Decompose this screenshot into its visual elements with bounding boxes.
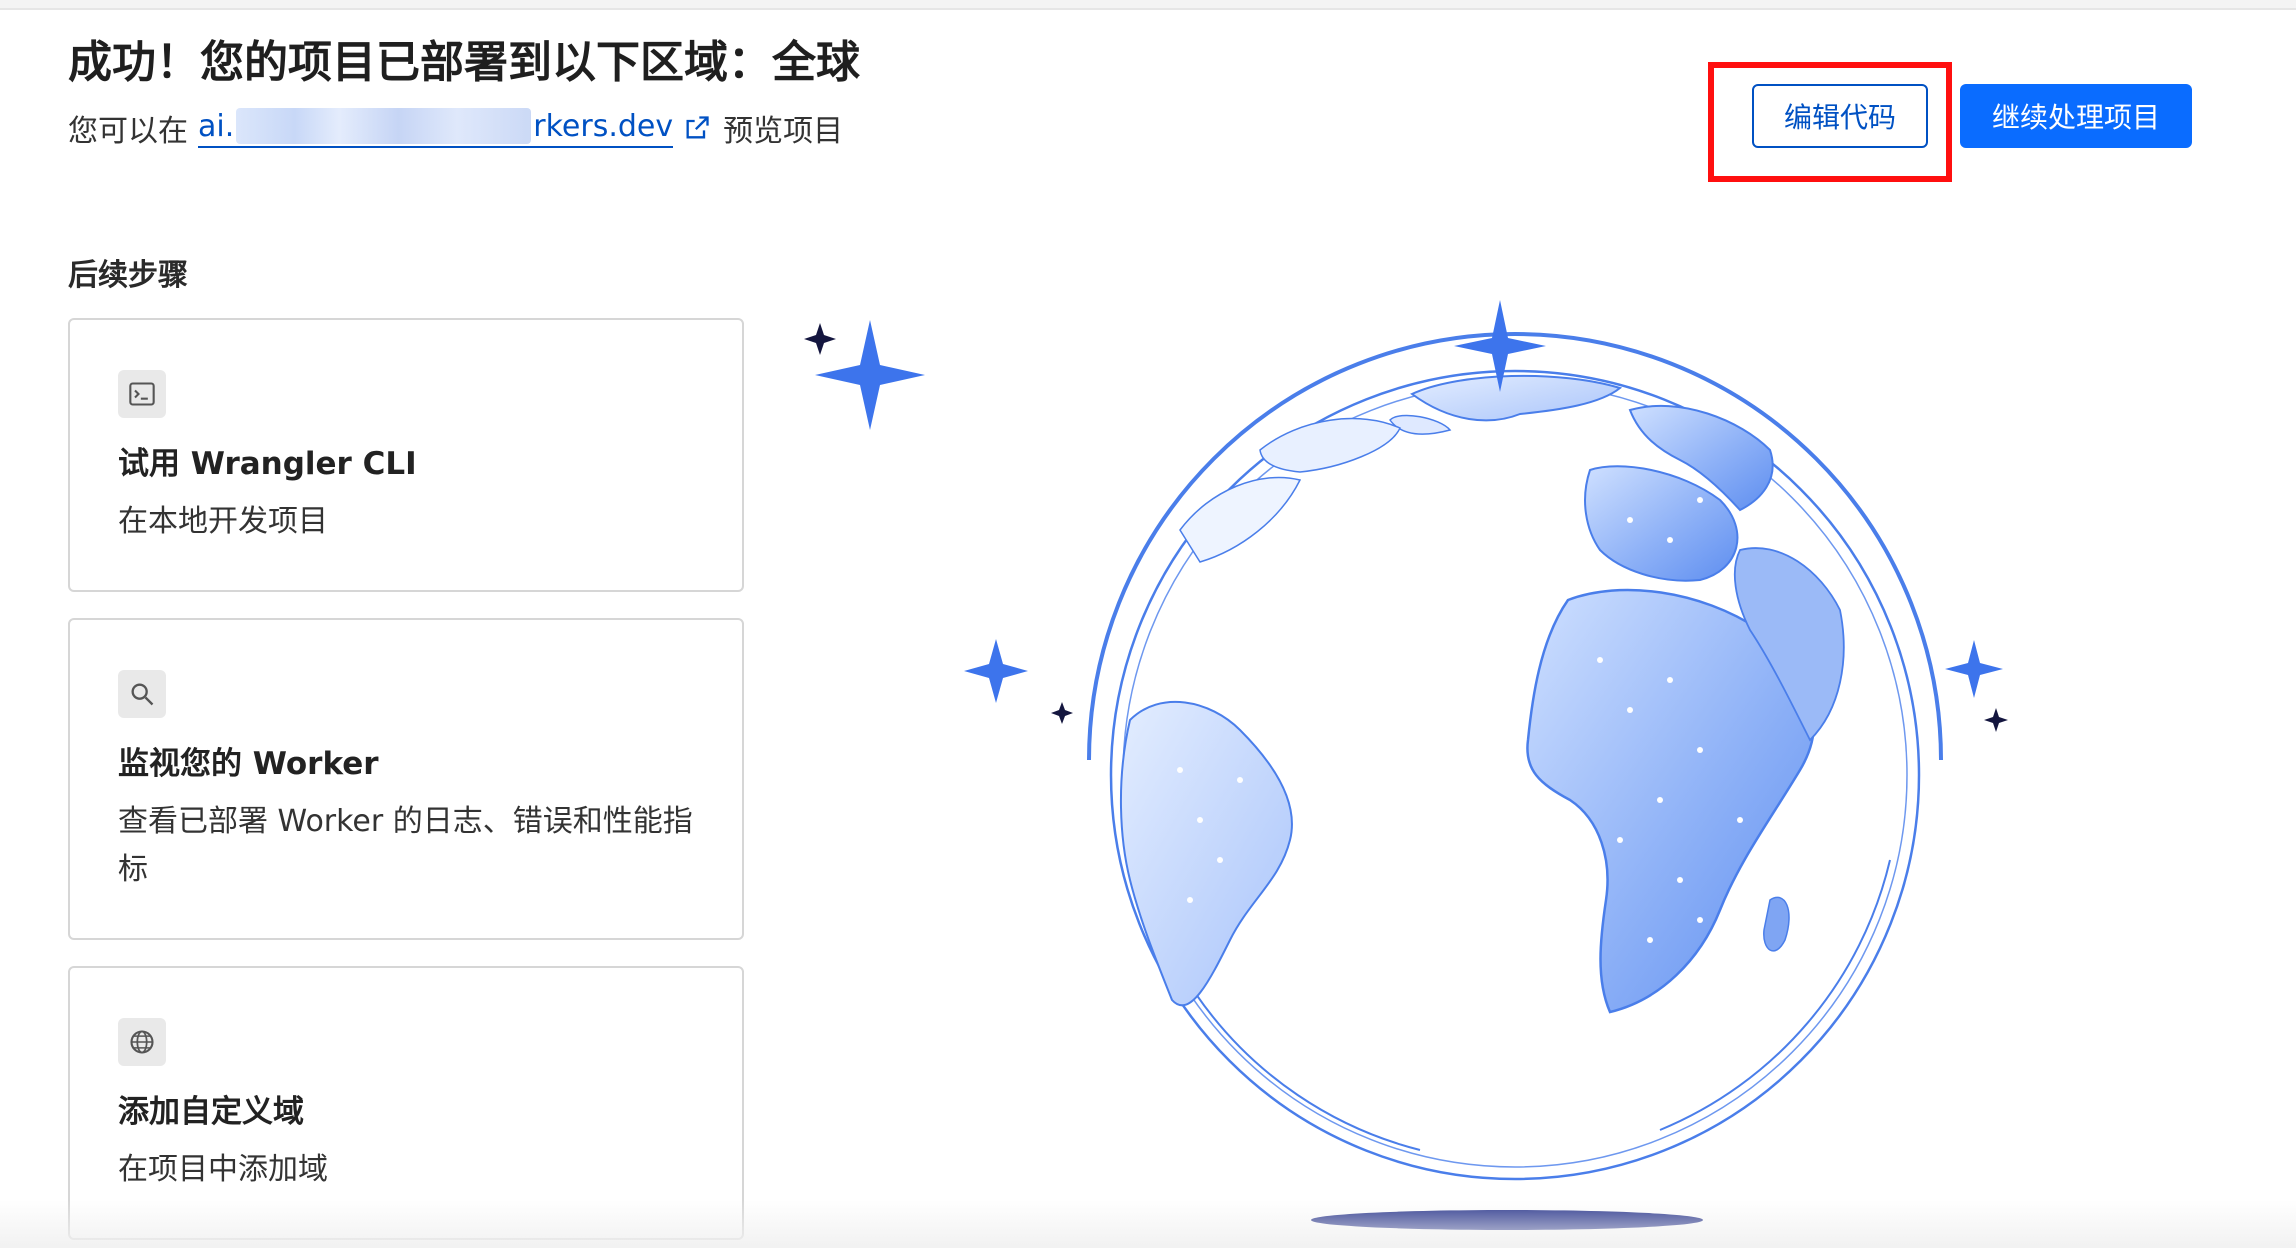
card-monitor-worker[interactable]: 监视您的 Worker 查看已部署 Worker 的日志、错误和性能指标 xyxy=(68,618,744,940)
next-steps-heading: 后续步骤 xyxy=(68,258,188,293)
top-divider xyxy=(0,0,2296,10)
search-icon xyxy=(118,670,166,718)
preview-link-start: ai. xyxy=(198,108,235,144)
preview-link-end: rkers.dev xyxy=(533,108,674,144)
continue-project-button[interactable]: 继续处理项目 xyxy=(1960,84,2192,148)
card-description: 在项目中添加域 xyxy=(118,1152,328,1187)
card-description: 在本地开发项目 xyxy=(118,504,328,539)
preview-link[interactable]: ai. rkers.dev xyxy=(198,108,674,148)
card-custom-domain[interactable]: 添加自定义域 在项目中添加域 xyxy=(68,966,744,1240)
card-description: 查看已部署 Worker 的日志、错误和性能指标 xyxy=(118,804,693,887)
card-wrangler-cli[interactable]: 试用 Wrangler CLI 在本地开发项目 xyxy=(68,318,744,592)
globe-illustration xyxy=(804,300,2008,1230)
edit-code-button[interactable]: 编辑代码 xyxy=(1752,84,1928,148)
page-title: 成功！您的项目已部署到以下区域：全球 xyxy=(68,37,860,88)
card-title: 添加自定义域 xyxy=(118,1094,304,1130)
terminal-icon xyxy=(118,370,166,418)
globe-icon xyxy=(118,1018,166,1066)
external-link-icon[interactable] xyxy=(683,114,711,142)
redacted-region xyxy=(236,108,532,144)
subtitle-prefix: 您可以在 xyxy=(68,114,188,149)
subtitle-suffix: 预览项目 xyxy=(723,114,844,149)
card-title: 试用 Wrangler CLI xyxy=(118,446,417,482)
preview-subtitle: 您可以在 ai. rkers.dev 预览项目 xyxy=(68,106,843,150)
card-title: 监视您的 Worker xyxy=(118,746,379,782)
